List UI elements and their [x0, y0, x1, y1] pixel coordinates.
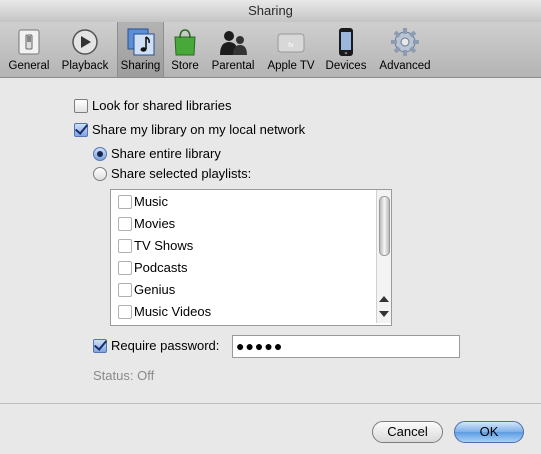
- tab-parental[interactable]: Parental: [208, 22, 258, 77]
- list-item[interactable]: Music Videos: [111, 301, 376, 323]
- playlist-checkbox[interactable]: [118, 239, 132, 253]
- tab-apple-tv[interactable]: tv Apple TV: [263, 22, 319, 77]
- tab-devices[interactable]: Devices: [323, 22, 369, 77]
- tab-label: Sharing: [120, 60, 161, 72]
- playlists-list[interactable]: Music Movies TV Shows Podcasts Genius Mu…: [110, 189, 392, 326]
- gear-icon: [391, 28, 419, 56]
- tab-label: Apple TV: [267, 60, 315, 72]
- list-item[interactable]: Music: [111, 191, 376, 213]
- list-item[interactable]: Genius: [111, 279, 376, 301]
- share-library-checkbox[interactable]: [74, 123, 88, 137]
- parental-people-icon: [220, 31, 247, 55]
- look-for-shared-checkbox[interactable]: [74, 99, 88, 113]
- title-bar[interactable]: Sharing: [0, 0, 541, 23]
- playlist-label: Podcasts: [134, 260, 188, 275]
- apple-tv-icon: tv: [277, 33, 305, 53]
- tab-playback[interactable]: Playback: [58, 22, 112, 77]
- require-password-checkbox[interactable]: [93, 339, 107, 353]
- svg-text:tv: tv: [288, 42, 294, 49]
- playlist-checkbox[interactable]: [118, 217, 132, 231]
- scroll-down-arrow-icon[interactable]: [379, 311, 389, 317]
- list-item[interactable]: Movies: [111, 213, 376, 235]
- share-selected-label: Share selected playlists:: [111, 166, 252, 181]
- share-selected-radio[interactable]: [93, 167, 107, 181]
- list-item[interactable]: Podcasts: [111, 257, 376, 279]
- general-switch-icon: [18, 29, 40, 55]
- playlist-label: Music: [134, 194, 168, 209]
- play-icon: [72, 29, 98, 55]
- divider: [0, 403, 541, 404]
- tab-label: Advanced: [379, 60, 431, 72]
- cancel-button[interactable]: Cancel: [372, 421, 443, 443]
- playlist-label: Genius: [134, 282, 176, 297]
- tab-label: Playback: [61, 60, 109, 72]
- playlist-label: Music Videos: [134, 304, 212, 319]
- window-title: Sharing: [248, 3, 293, 18]
- look-for-shared-label: Look for shared libraries: [92, 98, 232, 113]
- playlist-label: TV Shows: [134, 238, 194, 253]
- tab-label: General: [8, 60, 50, 72]
- list-item[interactable]: TV Shows: [111, 235, 376, 257]
- share-library-label: Share my library on my local network: [92, 122, 306, 137]
- tab-general[interactable]: General: [5, 22, 53, 77]
- playlist-label: Movies: [134, 216, 176, 231]
- iphone-icon: [339, 28, 353, 56]
- share-entire-radio[interactable]: [93, 147, 107, 161]
- require-password-label: Require password:: [111, 338, 220, 353]
- tab-label: Devices: [325, 60, 367, 72]
- password-field[interactable]: ●●●●●: [232, 335, 460, 358]
- scroll-up-arrow-icon[interactable]: [379, 296, 389, 302]
- sharing-icon: [127, 28, 154, 56]
- scrollbar-thumb[interactable]: [379, 196, 390, 256]
- tab-label: Parental: [211, 60, 255, 72]
- tab-label: Store: [171, 60, 199, 72]
- playlist-checkbox[interactable]: [118, 195, 132, 209]
- list-scrollbar[interactable]: [376, 190, 391, 323]
- preferences-toolbar: General Playback Sharing Store Parental …: [0, 22, 541, 78]
- playlist-checkbox[interactable]: [118, 283, 132, 297]
- ok-button[interactable]: OK: [454, 421, 524, 443]
- playlist-checkbox[interactable]: [118, 305, 132, 319]
- playlist-checkbox[interactable]: [118, 261, 132, 275]
- tab-advanced[interactable]: Advanced: [374, 22, 436, 77]
- shopping-bag-icon: [174, 29, 196, 56]
- password-value: ●●●●●: [236, 338, 284, 354]
- tab-store[interactable]: Store: [166, 22, 204, 77]
- share-entire-label: Share entire library: [111, 146, 221, 161]
- tab-sharing[interactable]: Sharing: [117, 22, 164, 77]
- status-text: Status: Off: [93, 368, 155, 383]
